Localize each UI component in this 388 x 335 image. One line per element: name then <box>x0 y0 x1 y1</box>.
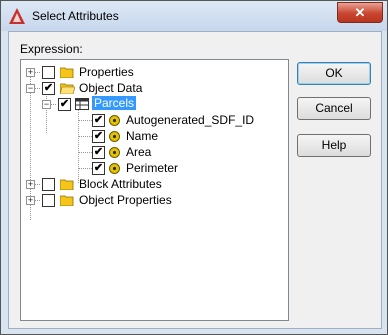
tree-item-object-properties[interactable]: + Object Properties <box>21 192 281 208</box>
attribute-icon <box>109 131 120 142</box>
tree-item-block-attributes[interactable]: + Block Attributes <box>21 176 281 192</box>
tree-item-label: Properties <box>79 65 134 79</box>
attribute-tree[interactable]: + Properties − ✔ Object Data − ✔ Parcels <box>20 59 289 321</box>
attribute-icon <box>109 147 120 158</box>
tree-item-label: Perimeter <box>126 161 179 175</box>
perimeter-checkbox[interactable]: ✔ <box>92 162 105 175</box>
tree-item-autogenerated-sdf-id[interactable]: ✔ Autogenerated_SDF_ID <box>21 112 281 128</box>
block-attributes-checkbox[interactable] <box>42 178 55 191</box>
expression-label: Expression: <box>20 42 83 56</box>
object-data-checkbox[interactable]: ✔ <box>42 82 55 95</box>
cancel-button[interactable]: Cancel <box>297 97 371 120</box>
tree-item-parcels[interactable]: − ✔ Parcels <box>21 96 281 112</box>
tree-item-label: Object Properties <box>79 193 172 207</box>
close-icon: ✕ <box>354 5 366 20</box>
help-button[interactable]: Help <box>297 134 371 157</box>
tree-item-label: Area <box>126 145 152 159</box>
tree-item-label: Block Attributes <box>79 177 162 191</box>
object-properties-checkbox[interactable] <box>42 194 55 207</box>
ok-button[interactable]: OK <box>297 62 371 85</box>
attribute-icon <box>109 115 120 126</box>
window-title: Select Attributes <box>32 9 119 23</box>
expand-toggle[interactable]: + <box>26 180 35 189</box>
expand-toggle[interactable]: + <box>26 196 35 205</box>
tree-item-name[interactable]: ✔ Name <box>21 128 281 144</box>
table-icon <box>75 98 89 110</box>
select-attributes-dialog: Select Attributes ✕ Expression: + Proper… <box>0 0 388 335</box>
autogenerated-checkbox[interactable]: ✔ <box>92 114 105 127</box>
tree-item-area[interactable]: ✔ Area <box>21 144 281 160</box>
folder-icon <box>60 179 74 190</box>
tree-item-properties[interactable]: + Properties <box>21 64 281 80</box>
autocad-app-icon <box>9 8 25 24</box>
folder-icon <box>60 195 74 206</box>
name-checkbox[interactable]: ✔ <box>92 130 105 143</box>
tree-item-label: Autogenerated_SDF_ID <box>126 113 255 127</box>
collapse-toggle[interactable]: − <box>42 100 51 109</box>
tree-item-object-data[interactable]: − ✔ Object Data <box>21 80 281 96</box>
tree-item-label: Name <box>126 129 159 143</box>
collapse-toggle[interactable]: − <box>26 84 35 93</box>
area-checkbox[interactable]: ✔ <box>92 146 105 159</box>
folder-icon <box>60 67 74 78</box>
title-bar: Select Attributes ✕ <box>1 1 387 31</box>
tree-item-perimeter[interactable]: ✔ Perimeter <box>21 160 281 176</box>
close-button[interactable]: ✕ <box>337 2 383 23</box>
tree-item-label: Object Data <box>79 81 143 95</box>
attribute-icon <box>109 163 120 174</box>
properties-checkbox[interactable] <box>42 66 55 79</box>
dialog-body: Expression: + Properties − ✔ Object Data… <box>8 31 382 329</box>
parcels-checkbox[interactable]: ✔ <box>58 98 71 111</box>
tree-item-label-selected: Parcels <box>92 96 137 110</box>
open-folder-icon <box>60 83 75 94</box>
expand-toggle[interactable]: + <box>26 68 35 77</box>
